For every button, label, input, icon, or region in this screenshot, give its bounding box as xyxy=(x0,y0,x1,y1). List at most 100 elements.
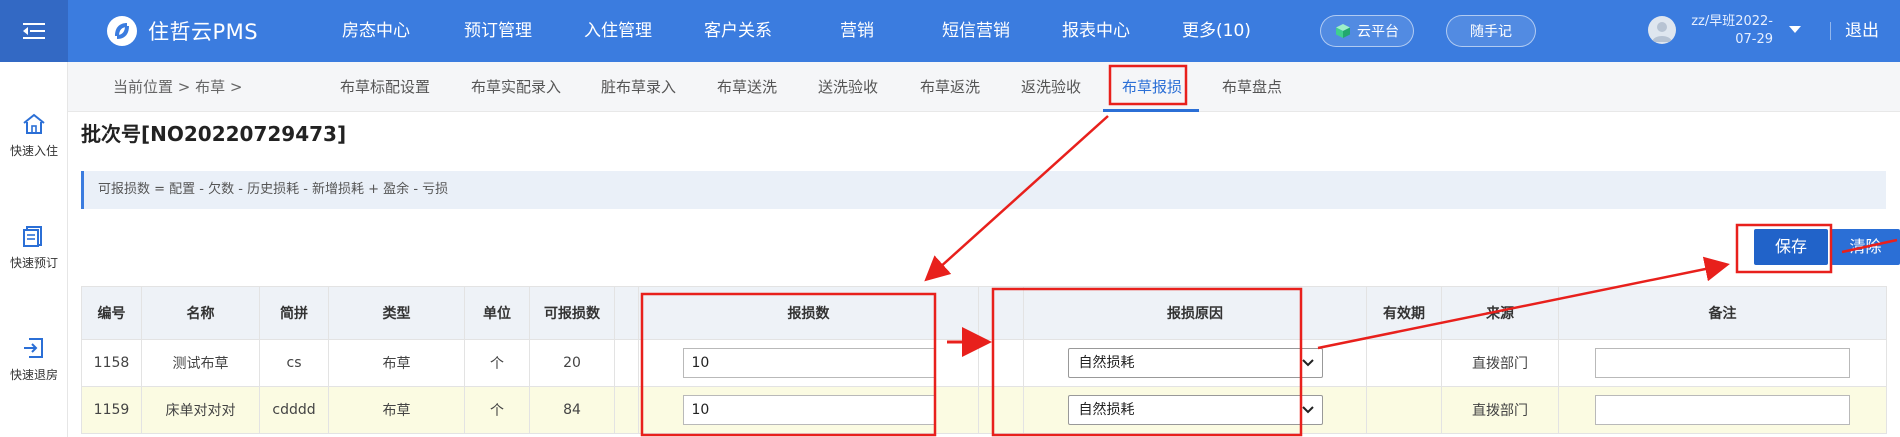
cell-source: 直拨部门 xyxy=(1441,386,1559,434)
col-header-unit: 单位 xyxy=(464,286,530,340)
col-header-spacer xyxy=(978,286,1024,340)
cell-expiry xyxy=(1366,386,1442,434)
sidebar-item-quick-booking[interactable]: 快速预订 xyxy=(0,224,68,271)
nav-customer[interactable]: 客户关系 xyxy=(704,0,772,62)
col-header-spacer xyxy=(614,286,639,340)
logout-button[interactable]: 退出 xyxy=(1845,0,1879,62)
cell-reason: 自然损耗 xyxy=(1023,386,1367,434)
quick-note-label: 随手记 xyxy=(1470,24,1512,40)
chevron-down-icon xyxy=(1301,406,1314,414)
col-header-remark: 备注 xyxy=(1558,286,1887,340)
logo-icon xyxy=(107,16,137,46)
sidebar-item-quick-checkout[interactable]: 快速退房 xyxy=(0,336,68,383)
menu-icon xyxy=(23,23,45,39)
reason-select[interactable]: 自然损耗 xyxy=(1067,395,1323,425)
cell-unit: 个 xyxy=(464,386,530,434)
cell-spacer xyxy=(978,386,1024,434)
col-header-report-qty: 报损数 xyxy=(638,286,979,340)
table-row: 1158 测试布草 cs 布草 个 20 自然损耗 直拨部门 xyxy=(81,339,1887,387)
col-header-source: 来源 xyxy=(1441,286,1559,340)
tab-linen-rewash[interactable]: 布草返洗 xyxy=(920,62,980,112)
reason-select[interactable]: 自然损耗 xyxy=(1067,348,1323,378)
nav-more[interactable]: 更多(10) xyxy=(1182,0,1251,62)
cube-icon xyxy=(1336,24,1350,38)
caret-down-icon[interactable] xyxy=(1788,24,1802,34)
cell-source: 直拨部门 xyxy=(1441,339,1559,387)
page-title: 批次号[NO20220729473] xyxy=(81,122,347,146)
checkout-icon xyxy=(24,338,43,358)
quick-note-button[interactable]: 随手记 xyxy=(1446,15,1536,47)
quick-sidebar: 快速入住 快速预订 快速退房 xyxy=(0,62,68,437)
cell-pinyin: cs xyxy=(259,339,329,387)
cell-pinyin: cdddd xyxy=(259,386,329,434)
cloud-platform-label: 云平台 xyxy=(1357,24,1399,40)
user-info[interactable]: zz/早班2022- 07-29 xyxy=(1683,13,1773,49)
col-header-available: 可报损数 xyxy=(529,286,615,340)
col-header-pinyin: 简拼 xyxy=(259,286,329,340)
cell-type: 布草 xyxy=(328,386,465,434)
nav-room-status[interactable]: 房态中心 xyxy=(342,0,410,62)
sidebar-item-label: 快速入住 xyxy=(9,144,58,158)
cell-spacer xyxy=(978,339,1024,387)
report-qty-input[interactable] xyxy=(682,348,935,378)
col-header-id: 编号 xyxy=(81,286,142,340)
menu-toggle-button[interactable] xyxy=(0,0,68,62)
cell-report-qty xyxy=(638,339,979,387)
sidebar-item-label: 快速预订 xyxy=(9,256,58,270)
tab-dirty-linen[interactable]: 脏布草录入 xyxy=(601,62,676,112)
formula-note: 可报损数 = 配置 - 欠数 - 历史损耗 - 新增损耗 + 盈余 - 亏损 xyxy=(81,171,1886,209)
home-icon xyxy=(23,113,45,134)
sidebar-item-label: 快速退房 xyxy=(9,368,58,382)
nav-marketing[interactable]: 营销 xyxy=(840,0,874,62)
table-row: 1159 床单对对对 cdddd 布草 个 84 自然损耗 直拨部门 xyxy=(81,386,1887,434)
tab-linen-actual[interactable]: 布草实配录入 xyxy=(471,62,561,112)
avatar[interactable] xyxy=(1648,16,1676,44)
tab-linen-inventory[interactable]: 布草盘点 xyxy=(1222,62,1282,112)
cell-reason: 自然损耗 xyxy=(1023,339,1367,387)
breadcrumb: 当前位置 > 布草 > xyxy=(113,78,243,96)
remark-input[interactable] xyxy=(1595,348,1850,378)
user-line-1: zz/早班2022- xyxy=(1691,14,1773,29)
nav-sms-marketing[interactable]: 短信营销 xyxy=(942,0,1010,62)
cell-remark xyxy=(1558,386,1887,434)
cell-spacer xyxy=(614,339,639,387)
reason-select-value: 自然损耗 xyxy=(1078,402,1135,418)
nav-checkin[interactable]: 入住管理 xyxy=(584,0,652,62)
save-button[interactable]: 保存 xyxy=(1754,229,1828,265)
report-qty-input[interactable] xyxy=(682,395,935,425)
nav-reservation[interactable]: 预订管理 xyxy=(464,0,532,62)
booking-icon xyxy=(23,226,42,247)
cell-type: 布草 xyxy=(328,339,465,387)
cell-available: 20 xyxy=(529,339,615,387)
app-logo[interactable]: 住哲云PMS xyxy=(106,15,258,47)
tab-bar: 当前位置 > 布草 > 布草标配设置 布草实配录入 脏布草录入 布草送洗 送洗验… xyxy=(68,62,1900,112)
clear-button[interactable]: 清除 xyxy=(1831,229,1900,265)
cell-id: 1159 xyxy=(81,386,142,434)
cell-id: 1158 xyxy=(81,339,142,387)
tab-linen-standard[interactable]: 布草标配设置 xyxy=(340,62,430,112)
col-header-name: 名称 xyxy=(141,286,260,340)
cell-name: 测试布草 xyxy=(141,339,260,387)
cell-report-qty xyxy=(638,386,979,434)
tab-rewash-check[interactable]: 返洗验收 xyxy=(1021,62,1081,112)
col-header-type: 类型 xyxy=(328,286,465,340)
reason-select-value: 自然损耗 xyxy=(1078,355,1135,371)
cloud-platform-button[interactable]: 云平台 xyxy=(1320,15,1414,47)
cell-spacer xyxy=(614,386,639,434)
sidebar-item-quick-checkin[interactable]: 快速入住 xyxy=(0,112,68,159)
cell-unit: 个 xyxy=(464,339,530,387)
cell-remark xyxy=(1558,339,1887,387)
damage-table: 编号 名称 简拼 类型 单位 可报损数 报损数 报损原因 有效期 来源 备注 1… xyxy=(81,286,1887,434)
tab-linen-damage[interactable]: 布草报损 xyxy=(1122,62,1182,112)
cell-expiry xyxy=(1366,339,1442,387)
tab-wash-check[interactable]: 送洗验收 xyxy=(818,62,878,112)
col-header-expiry: 有效期 xyxy=(1366,286,1442,340)
tab-linen-wash[interactable]: 布草送洗 xyxy=(717,62,777,112)
cell-name: 床单对对对 xyxy=(141,386,260,434)
cell-available: 84 xyxy=(529,386,615,434)
table-header-row: 编号 名称 简拼 类型 单位 可报损数 报损数 报损原因 有效期 来源 备注 xyxy=(81,286,1887,340)
user-icon xyxy=(1652,22,1672,42)
active-tab-indicator xyxy=(1103,109,1199,112)
remark-input[interactable] xyxy=(1595,395,1850,425)
nav-reports[interactable]: 报表中心 xyxy=(1062,0,1130,62)
